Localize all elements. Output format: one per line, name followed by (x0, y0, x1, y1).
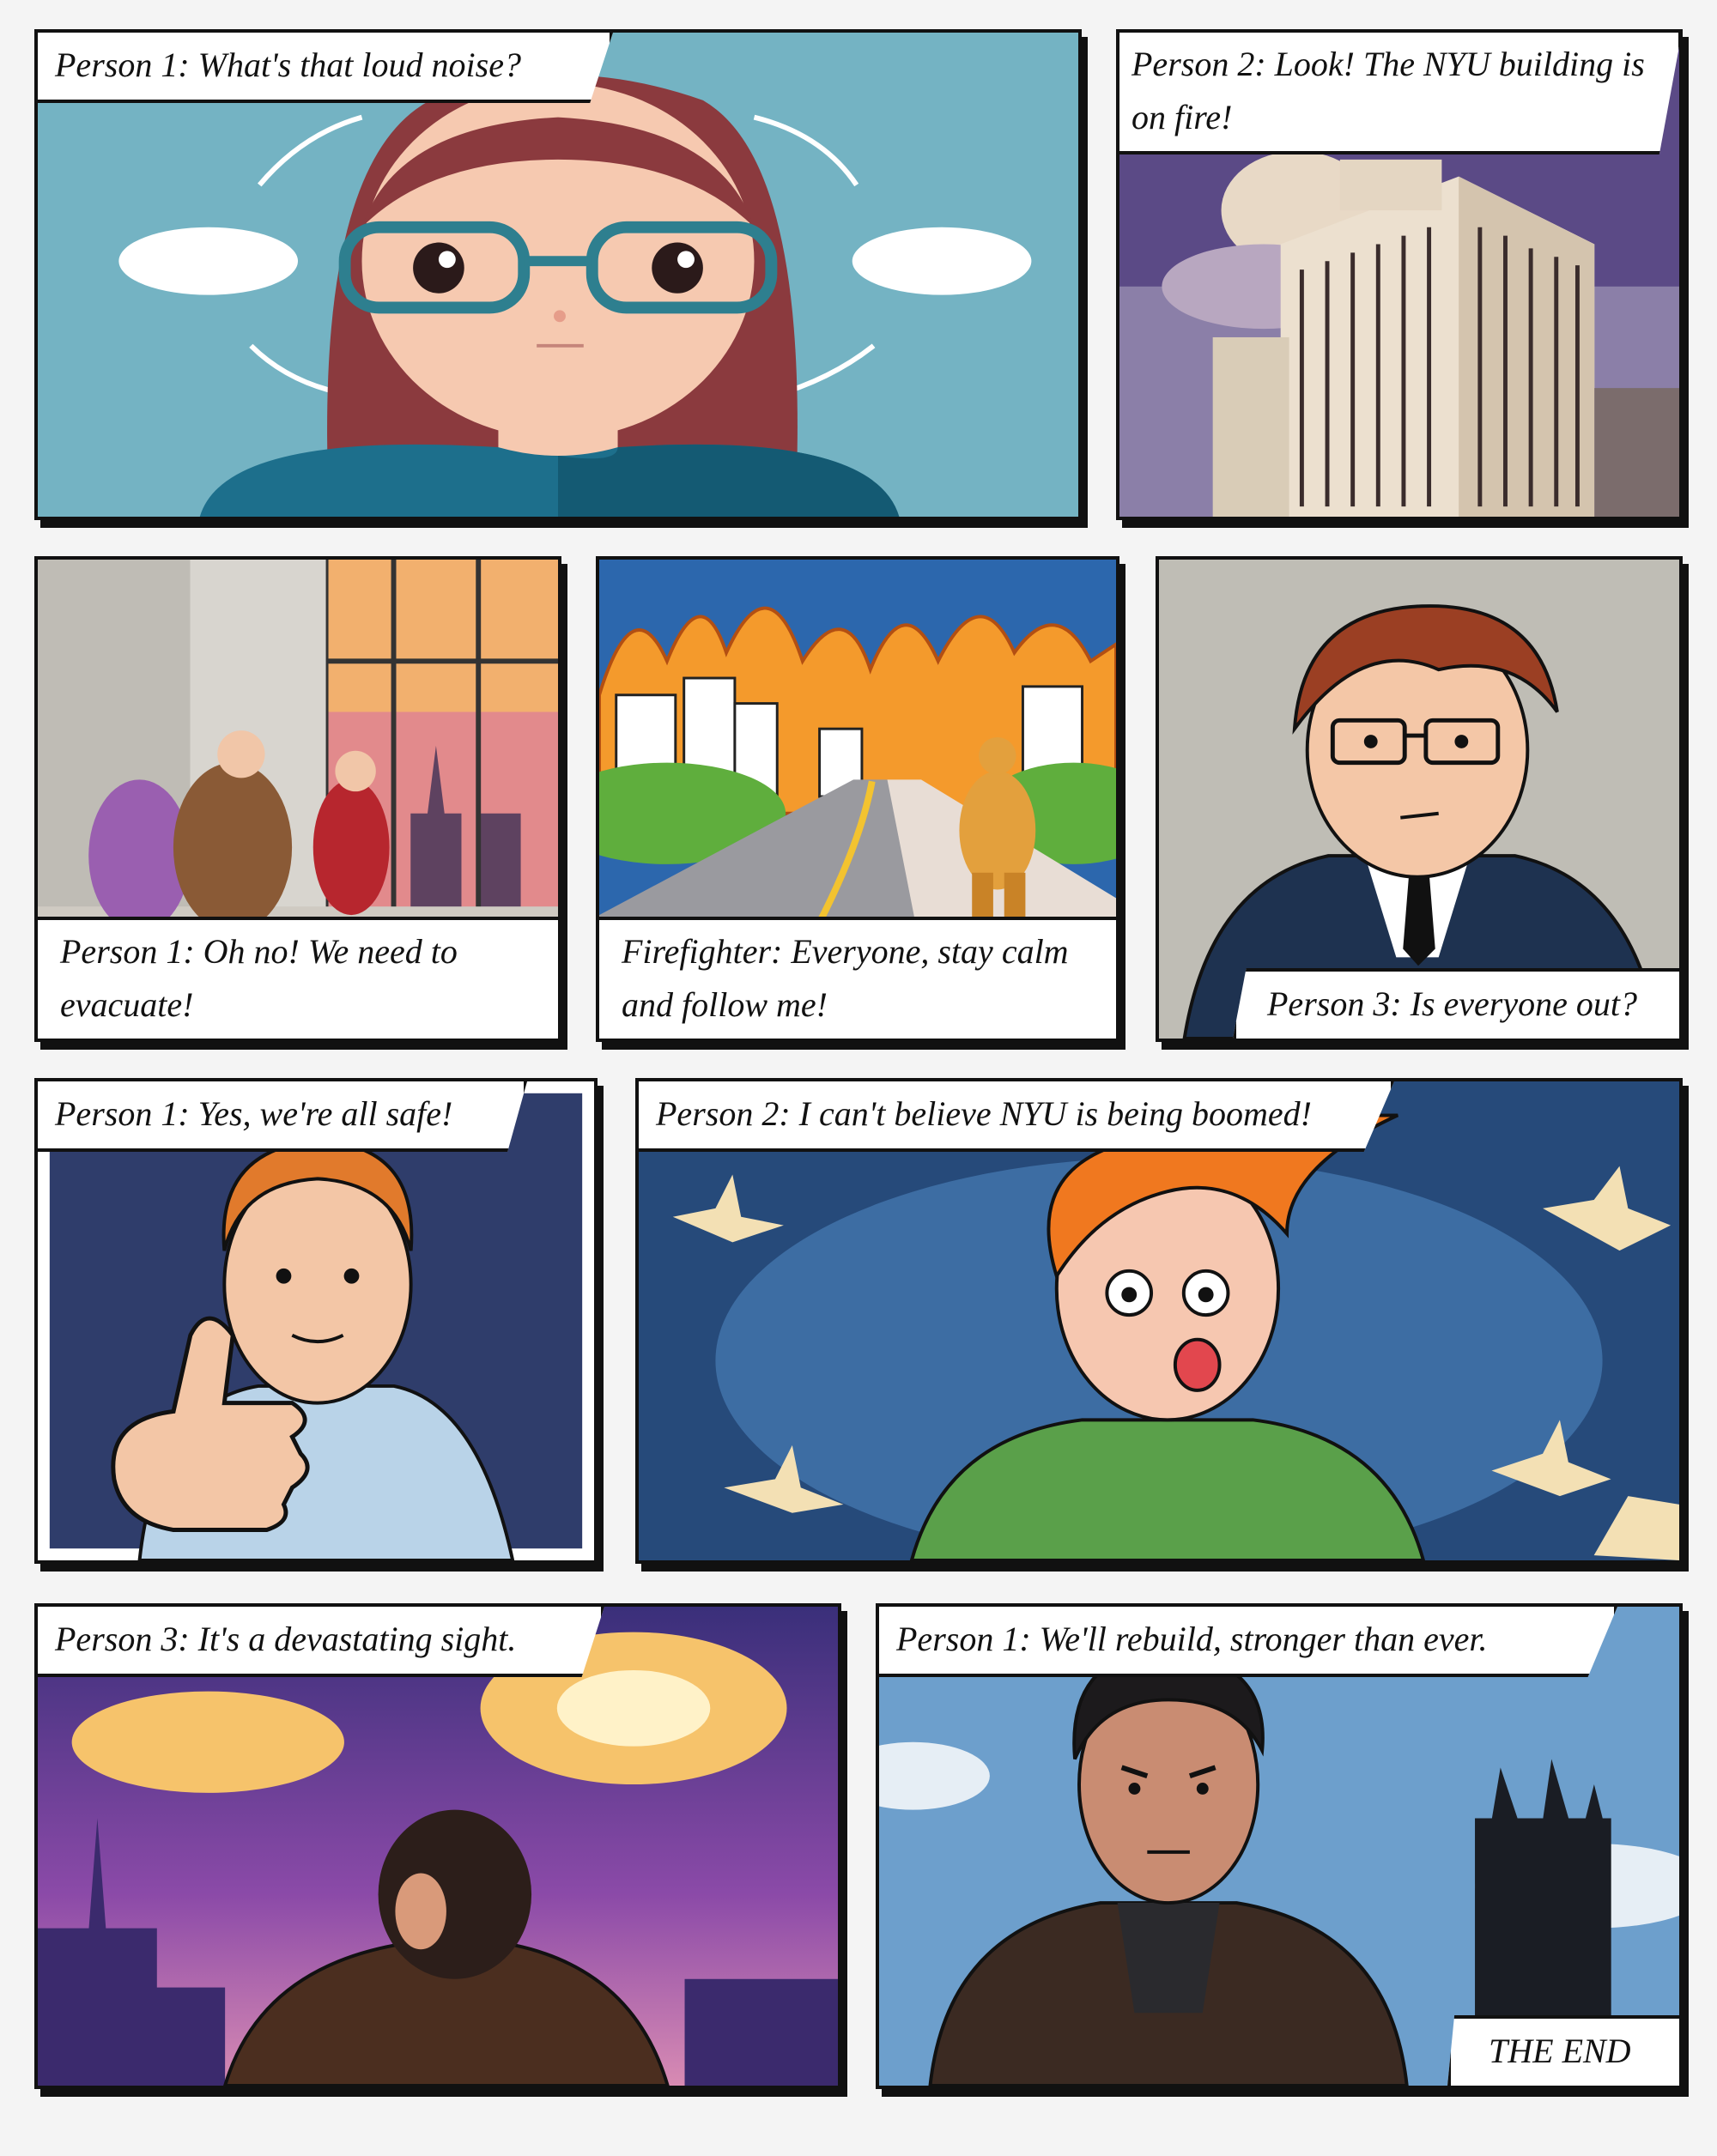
panel-caption: Firefighter: Everyone, stay calm and fol… (599, 917, 1116, 1039)
panel-caption: Person 1: What's that loud noise? (38, 33, 613, 103)
panel-caption: Person 3: Is everyone out? (1233, 968, 1679, 1039)
panel-devastating-sight: Person 3: It's a devastating sight. (34, 1603, 841, 2089)
panel-people-evacuating: Person 1: Oh no! We need to evacuate! (34, 556, 561, 1042)
shocked-boy-illustration (639, 1081, 1679, 1560)
panel-caption: Person 2: I can't believe NYU is being b… (639, 1081, 1394, 1152)
fire-sky-illustration (38, 1607, 838, 2086)
panel-building-fire: Person 2: Look! The NYU building is on f… (1116, 29, 1683, 520)
panel-caption: Person 1: We'll rebuild, stronger than e… (879, 1607, 1617, 1677)
woman-glasses-illustration (38, 33, 1078, 517)
panel-caption: Person 3: It's a devastating sight. (38, 1607, 604, 1677)
comic-page: Person 1: What's that loud noise? Person… (0, 0, 1717, 2156)
panel-shocked-boy: Person 2: I can't believe NYU is being b… (635, 1078, 1683, 1564)
man-in-suit-illustration (1159, 560, 1679, 1039)
panel-caption: Person 2: Look! The NYU building is on f… (1119, 33, 1679, 154)
determined-man-illustration (879, 1607, 1679, 2086)
the-end-caption: THE END (1447, 2015, 1679, 2086)
panel-thumbs-up: Person 1: Yes, we're all safe! (34, 1078, 598, 1564)
thumbs-up-illustration (38, 1081, 594, 1560)
panel-caption: Person 1: Oh no! We need to evacuate! (38, 917, 558, 1039)
panel-caption: Person 1: Yes, we're all safe! (38, 1081, 527, 1152)
panel-man-suit: Person 3: Is everyone out? (1156, 556, 1683, 1042)
panel-rebuild: Person 1: We'll rebuild, stronger than e… (876, 1603, 1683, 2089)
panel-firefighter: Firefighter: Everyone, stay calm and fol… (596, 556, 1119, 1042)
panel-woman-glasses: Person 1: What's that loud noise? (34, 29, 1082, 520)
